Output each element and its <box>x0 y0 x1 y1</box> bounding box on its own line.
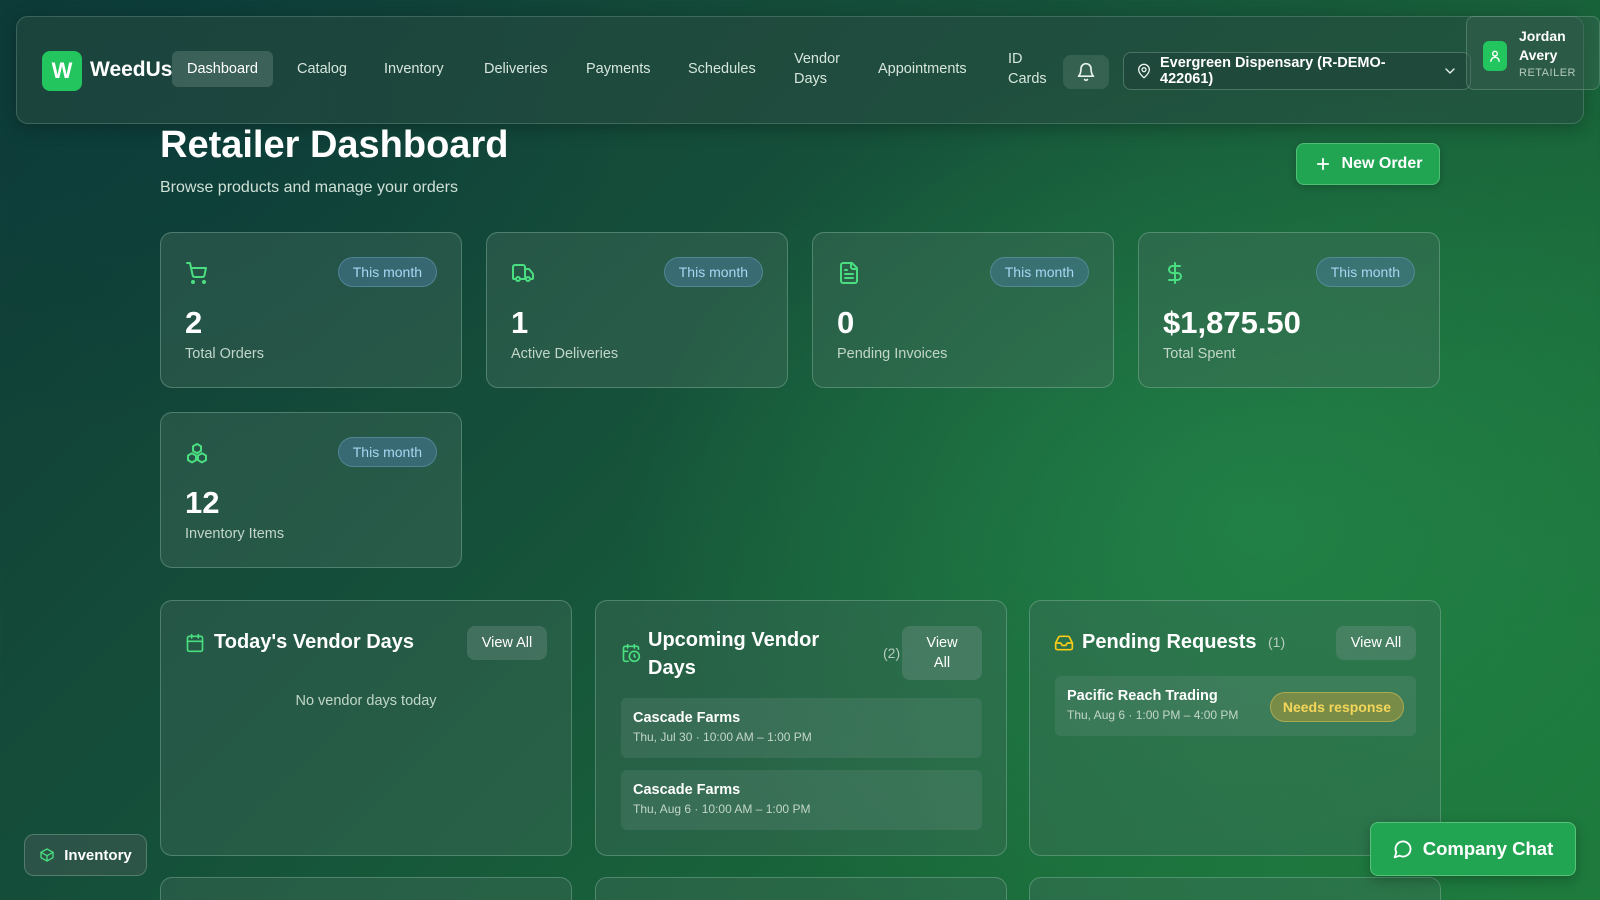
notifications-button[interactable] <box>1063 55 1109 89</box>
brand-name[interactable]: WeedUs <box>90 58 172 82</box>
panel-title: Pending Requests <box>1082 631 1257 653</box>
new-order-label: New Order <box>1341 155 1423 172</box>
vendor-name: Cascade Farms <box>633 782 741 798</box>
nav-inventory[interactable]: Inventory <box>384 51 444 87</box>
period-badge: This month <box>989 257 1089 287</box>
top-navigation: W WeedUs Dashboard Catalog Inventory Del… <box>16 16 1584 124</box>
inbox-icon <box>1054 633 1074 653</box>
nav-id-cards[interactable]: ID Cards <box>1008 51 1047 87</box>
request-time: Thu, Aug 6 · 1:00 PM – 4:00 PM <box>1067 708 1239 722</box>
stat-card-total-orders[interactable]: This month 2 Total Orders <box>160 232 462 388</box>
chat-bubble-icon <box>1393 839 1413 859</box>
panel-title: Today's Vendor Days <box>214 631 415 653</box>
nav-payments[interactable]: Payments <box>586 51 650 87</box>
pending-requests-panel: Pending Requests (1) View All Pacific Re… <box>1029 600 1441 856</box>
page-title: Retailer Dashboard <box>160 124 509 166</box>
status-badge: Needs response <box>1269 692 1404 722</box>
stat-value: $1,875.50 <box>1163 305 1301 340</box>
stat-label: Active Deliveries <box>511 346 619 362</box>
stat-card-inventory-items[interactable]: This month 12 Inventory Items <box>160 412 462 568</box>
item-count: (1) <box>1268 634 1286 650</box>
new-order-button[interactable]: New Order <box>1296 143 1440 185</box>
stat-card-active-deliveries[interactable]: This month 1 Active Deliveries <box>486 232 788 388</box>
list-item[interactable]: Cascade Farms Thu, Jul 30 · 10:00 AM – 1… <box>621 698 982 758</box>
boxes-icon <box>185 441 209 465</box>
list-item[interactable]: Cascade Farms Thu, Aug 6 · 10:00 AM – 1:… <box>621 770 982 830</box>
period-badge: This month <box>1315 257 1415 287</box>
stat-value: 0 <box>837 305 855 340</box>
user-role: RETAILER <box>1519 67 1576 79</box>
inventory-float-button[interactable]: Inventory <box>24 834 147 876</box>
user-menu[interactable]: Jordan Avery RETAILER <box>1466 16 1600 90</box>
user-avatar <box>1483 41 1507 71</box>
stat-label: Inventory Items <box>185 526 285 542</box>
brand-logo[interactable]: W <box>42 51 82 91</box>
map-pin-icon <box>1136 63 1152 79</box>
nav-vendor-days[interactable]: Vendor Days <box>794 51 840 87</box>
view-all-button[interactable]: View All <box>1336 626 1416 660</box>
calendar-icon <box>185 633 205 653</box>
request-row[interactable]: Pacific Reach Trading Thu, Aug 6 · 1:00 … <box>1055 676 1416 736</box>
document-icon <box>837 261 861 285</box>
company-chat-label: Company Chat <box>1422 838 1554 859</box>
cart-icon <box>185 261 209 285</box>
view-all-button[interactable]: View All <box>467 626 547 660</box>
stat-card-pending-invoices[interactable]: This month 0 Pending Invoices <box>812 232 1114 388</box>
stat-label: Total Orders <box>185 346 264 362</box>
empty-state: No vendor days today <box>295 693 437 709</box>
user-name: Jordan Avery <box>1519 28 1566 63</box>
item-count: (2) <box>883 645 901 661</box>
period-badge: This month <box>337 437 437 467</box>
nav-schedules[interactable]: Schedules <box>688 51 756 87</box>
location-label: Evergreen Dispensary (R-DEMO-422061) <box>1160 55 1386 87</box>
stat-card-total-spent[interactable]: This month $1,875.50 Total Spent <box>1138 232 1440 388</box>
bottom-panel <box>160 877 572 900</box>
stat-value: 1 <box>511 305 529 340</box>
inventory-float-label: Inventory <box>64 846 132 864</box>
dollar-icon <box>1163 261 1187 285</box>
stat-value: 12 <box>185 485 220 520</box>
panel-title: Upcoming Vendor Days <box>648 629 820 679</box>
bottom-panel <box>595 877 1007 900</box>
stat-value: 2 <box>185 305 203 340</box>
stat-label: Total Spent <box>1163 346 1236 362</box>
period-badge: This month <box>337 257 437 287</box>
nav-deliveries[interactable]: Deliveries <box>484 51 548 87</box>
chevron-down-icon <box>1442 63 1458 79</box>
vendor-time: Thu, Aug 6 · 10:00 AM – 1:00 PM <box>633 802 811 816</box>
user-icon <box>1488 49 1502 63</box>
stat-label: Pending Invoices <box>837 346 948 362</box>
calendar-clock-icon <box>621 643 641 663</box>
vendor-time: Thu, Jul 30 · 10:00 AM – 1:00 PM <box>633 730 812 744</box>
period-badge: This month <box>663 257 763 287</box>
nav-catalog[interactable]: Catalog <box>297 51 347 87</box>
bell-icon <box>1076 62 1096 82</box>
upcoming-vendor-days-panel: Upcoming Vendor Days (2) View All Cascad… <box>595 600 1007 856</box>
plus-icon <box>1314 155 1332 173</box>
todays-vendor-days-panel: Today's Vendor Days View All No vendor d… <box>160 600 572 856</box>
requester-name: Pacific Reach Trading <box>1067 688 1218 704</box>
page-subtitle: Browse products and manage your orders <box>160 179 458 196</box>
bottom-panel <box>1029 877 1441 900</box>
vendor-name: Cascade Farms <box>633 710 741 726</box>
view-all-button[interactable]: View All <box>902 626 982 680</box>
company-chat-button[interactable]: Company Chat <box>1370 822 1576 876</box>
nav-appointments[interactable]: Appointments <box>878 51 967 87</box>
location-selector[interactable]: Evergreen Dispensary (R-DEMO-422061) <box>1123 52 1471 90</box>
package-icon <box>39 847 55 863</box>
truck-icon <box>511 261 535 285</box>
nav-dashboard[interactable]: Dashboard <box>172 51 273 87</box>
